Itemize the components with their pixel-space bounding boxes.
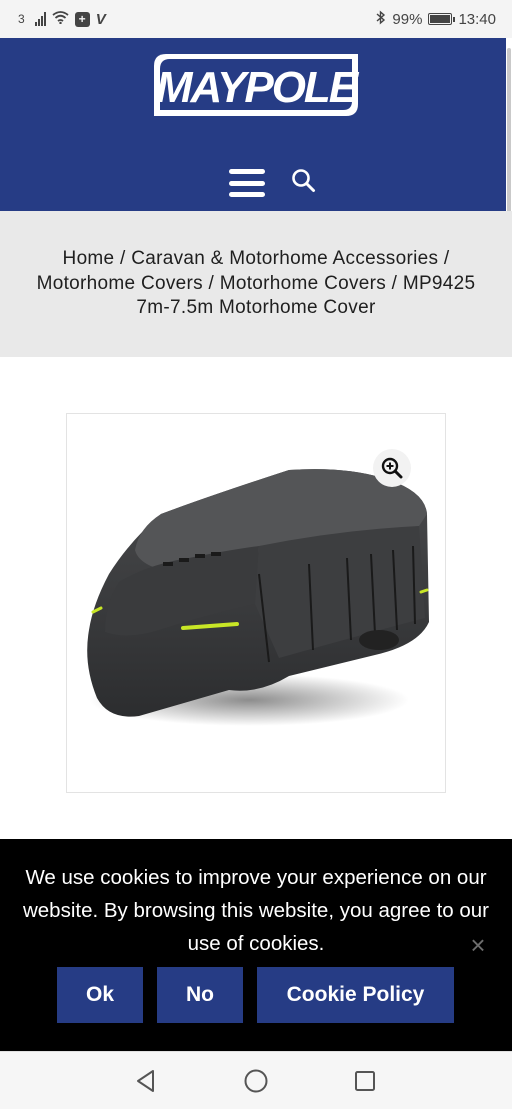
clock: 13:40 bbox=[458, 10, 496, 28]
carrier-label: 3 bbox=[18, 12, 25, 26]
plus-badge-icon: + bbox=[74, 11, 90, 27]
search-icon[interactable] bbox=[290, 166, 318, 196]
breadcrumb-home[interactable]: Home bbox=[63, 248, 115, 269]
site-header: MAYPOLE bbox=[0, 38, 506, 211]
breadcrumb: Home / Caravan & Motorhome Accessories /… bbox=[0, 211, 512, 357]
status-bar: 3 + V 99% 13:40 bbox=[0, 0, 512, 38]
v-badge-icon: V bbox=[95, 10, 106, 28]
logo-text: MAYPOLE bbox=[156, 63, 360, 112]
breadcrumb-motorhome-covers-sub[interactable]: Motorhome Covers bbox=[220, 273, 386, 294]
breadcrumb-separator: / bbox=[386, 272, 403, 294]
cookie-ok-button[interactable]: Ok bbox=[57, 967, 143, 1023]
system-nav-bar bbox=[0, 1051, 512, 1109]
back-triangle-icon[interactable] bbox=[133, 1068, 159, 1094]
product-image[interactable] bbox=[79, 454, 435, 754]
close-icon[interactable]: × bbox=[466, 932, 490, 958]
breadcrumb-separator: / bbox=[438, 248, 450, 270]
cookie-policy-button[interactable]: Cookie Policy bbox=[257, 967, 454, 1023]
breadcrumb-trail: Home / Caravan & Motorhome Accessories /… bbox=[26, 247, 486, 321]
breadcrumb-separator: / bbox=[114, 248, 132, 270]
cookie-message: We use cookies to improve your experienc… bbox=[22, 866, 490, 955]
hamburger-menu-icon[interactable] bbox=[228, 166, 266, 200]
zoom-in-icon[interactable] bbox=[373, 449, 411, 487]
breadcrumb-caravan-accessories[interactable]: Caravan & Motorhome Accessories bbox=[131, 248, 438, 269]
battery-fill bbox=[430, 15, 451, 23]
battery-icon bbox=[428, 13, 456, 25]
breadcrumb-motorhome-covers[interactable]: Motorhome Covers bbox=[37, 273, 203, 294]
bluetooth-icon bbox=[376, 9, 386, 29]
signal-icon bbox=[34, 12, 46, 26]
cookie-no-button[interactable]: No bbox=[157, 967, 243, 1023]
breadcrumb-separator: / bbox=[202, 272, 220, 294]
scrollbar-thumb[interactable] bbox=[507, 48, 511, 236]
cookie-banner: We use cookies to improve your experienc… bbox=[0, 839, 512, 1051]
product-gallery bbox=[66, 413, 446, 793]
status-right: 99% 13:40 bbox=[376, 9, 496, 29]
maypole-logo[interactable]: MAYPOLE bbox=[150, 46, 362, 122]
status-left: 3 + V bbox=[18, 10, 106, 28]
recents-square-icon[interactable] bbox=[352, 1068, 378, 1094]
wifi-icon bbox=[52, 10, 69, 28]
home-circle-icon[interactable] bbox=[243, 1068, 269, 1094]
battery-percent: 99% bbox=[392, 10, 423, 28]
